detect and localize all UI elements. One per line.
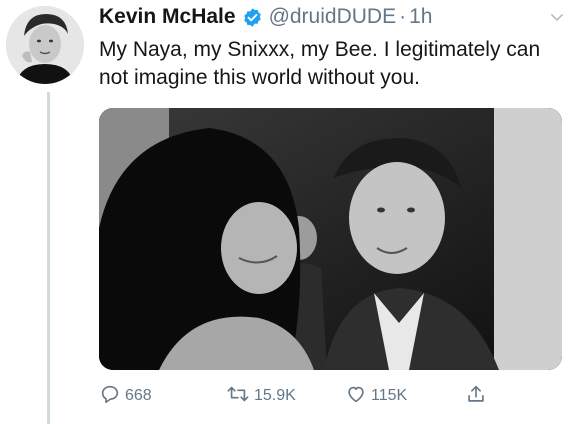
tweet-text: My Naya, my Snixxx, my Bee. I legitimate…	[99, 38, 541, 89]
separator: ·	[399, 5, 407, 28]
verified-badge-icon	[242, 7, 263, 28]
reply-icon	[99, 383, 125, 410]
like-button[interactable]: 115K	[345, 380, 407, 412]
retweet-button[interactable]: 15.9K	[226, 380, 296, 412]
avatar-photo	[6, 6, 84, 84]
author-name[interactable]: Kevin McHale	[99, 5, 236, 29]
photo-image	[99, 108, 562, 370]
timestamp[interactable]: 1h	[409, 5, 432, 29]
tweet-photo[interactable]	[99, 108, 562, 370]
retweet-icon	[226, 383, 254, 410]
author-handle[interactable]: @druidDUDE	[269, 5, 397, 29]
tweet-actions: 668 15.9K 115K	[99, 380, 569, 412]
share-button[interactable]	[465, 380, 491, 412]
avatar[interactable]	[6, 6, 84, 84]
thread-line	[47, 92, 50, 424]
chevron-down-icon[interactable]	[548, 8, 566, 32]
retweet-count: 15.9K	[254, 387, 296, 404]
heart-icon	[345, 383, 371, 410]
share-icon	[465, 383, 491, 410]
reply-count: 668	[125, 387, 152, 404]
like-count: 115K	[371, 387, 408, 404]
tweet-header: Kevin McHale @druidDUDE · 1h	[99, 2, 566, 32]
reply-button[interactable]: 668	[99, 380, 152, 412]
